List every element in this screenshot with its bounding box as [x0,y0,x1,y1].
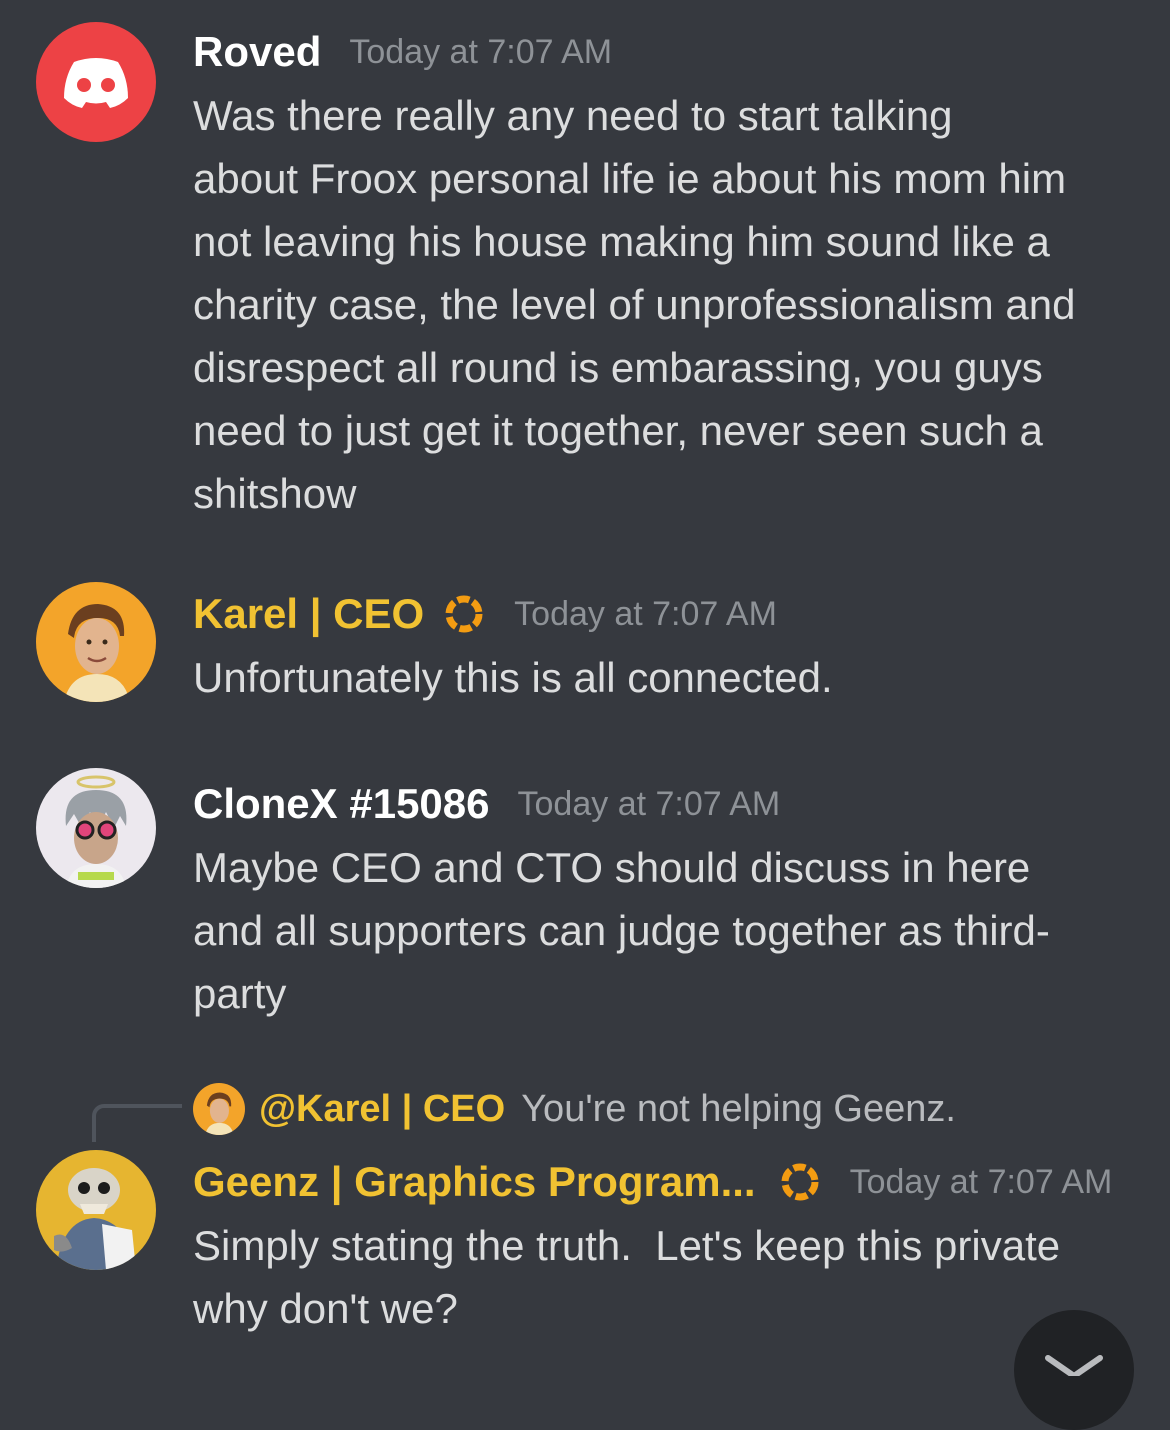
orange-ring-icon[interactable] [442,592,486,636]
karel-avatar [64,604,130,702]
message-text: Maybe CEO and CTO should discuss in here… [193,836,1143,1025]
reply-connector [92,1104,182,1142]
orange-ring-icon[interactable] [778,1160,822,1204]
timestamp: Today at 7:07 AM [849,1162,1113,1201]
avatar-roved[interactable] [36,22,156,142]
author-name[interactable]: CloneX #15086 [193,780,490,828]
message-line: Was there really any need to start talki… [193,92,953,139]
jump-to-bottom-button[interactable] [1014,1310,1134,1430]
message-line: need to just get it together, never seen… [193,407,1043,454]
reply-avatar [193,1083,245,1135]
message-line: Maybe CEO and CTO should discuss in here [193,844,1031,891]
message-text: Simply stating the truth. Let's keep thi… [193,1214,1143,1340]
message-line: Simply stating the truth. Let's keep thi… [193,1222,1061,1269]
timestamp: Today at 7:07 AM [517,784,781,823]
message-line: shitshow [193,470,357,517]
clonex-avatar [65,775,127,888]
message-line: charity case, the level of unprofessiona… [193,281,1076,328]
message-line: and all supporters can judge together as… [193,907,1050,954]
message-line: why don't we? [193,1285,458,1332]
message-line: party [193,970,287,1017]
message-text: Was there really any need to start talki… [193,84,1143,525]
geenz-avatar [54,1168,136,1270]
author-name[interactable]: Roved [193,28,321,76]
message-line: Unfortunately this is all connected. [193,654,833,701]
reply-author[interactable]: @Karel | CEO [259,1088,505,1131]
message-line: disrespect all round is embarassing, you… [193,344,1043,391]
reply-text: You're not helping Geenz. [521,1087,956,1130]
message-text: Unfortunately this is all connected. [193,646,1143,709]
karel-avatar [205,1092,234,1135]
avatar-geenz[interactable] [36,1150,156,1270]
message-line: not leaving his house making him sound l… [193,218,1050,265]
reply-reference[interactable]: @Karel | CEO You're not helping Geenz. [193,1083,956,1135]
author-name[interactable]: Geenz | Graphics Program... [193,1158,756,1206]
avatar-karel[interactable] [36,582,156,702]
message-line: about Froox personal life ie about his m… [193,155,1067,202]
timestamp: Today at 7:07 AM [349,32,613,71]
author-name[interactable]: Karel | CEO [193,590,424,638]
discord-logo-icon [64,58,128,108]
avatar-clonex[interactable] [36,768,156,888]
timestamp: Today at 7:07 AM [514,594,777,633]
chevron-down-icon [1045,1355,1103,1380]
